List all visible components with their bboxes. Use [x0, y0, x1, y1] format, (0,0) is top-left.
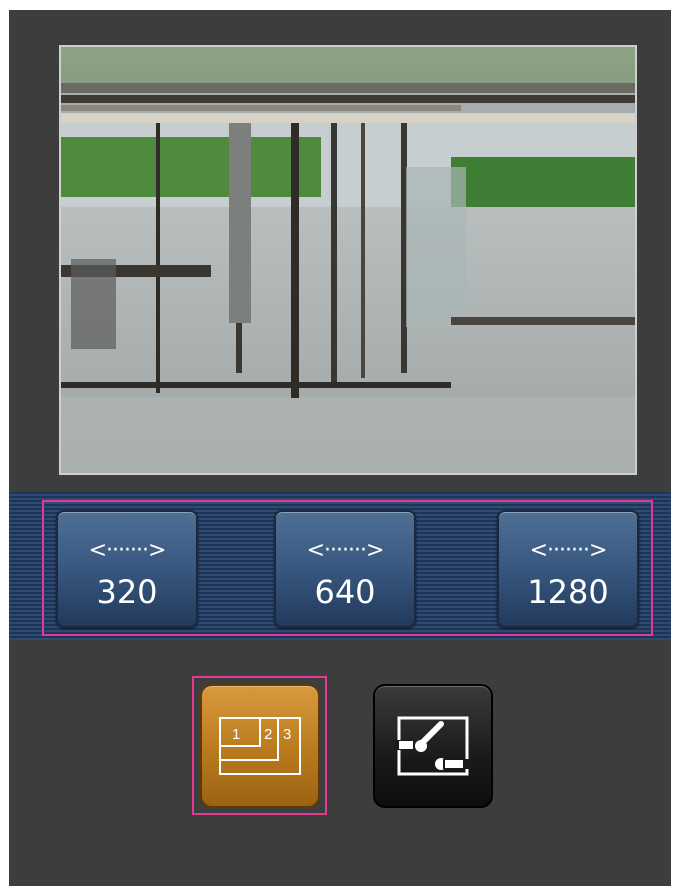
resize-arrow-icon: <·······> [529, 538, 608, 563]
resolution-320-button[interactable]: <·······> 320 [56, 510, 198, 628]
resolution-1280-button[interactable]: <·······> 1280 [497, 510, 639, 628]
resolution-640-button[interactable]: <·······> 640 [274, 510, 416, 628]
screen-number-2: 2 [264, 726, 272, 743]
camera-live-image [59, 45, 637, 475]
resize-arrow-icon: <·······> [306, 538, 385, 563]
control-toggle-icon [395, 716, 471, 776]
camera-scene [61, 47, 635, 473]
screen-number-1: 1 [232, 726, 240, 743]
screen-number-3: 3 [283, 726, 291, 743]
multi-screen-button[interactable]: 1 2 3 [200, 684, 320, 808]
resolution-label: 320 [96, 573, 158, 611]
resolution-label: 640 [314, 573, 376, 611]
resize-arrow-icon: <·······> [88, 538, 167, 563]
multi-screen-icon: 1 2 3 [219, 717, 301, 775]
resolution-label: 1280 [527, 573, 609, 611]
control-toggle-button[interactable] [373, 684, 493, 808]
